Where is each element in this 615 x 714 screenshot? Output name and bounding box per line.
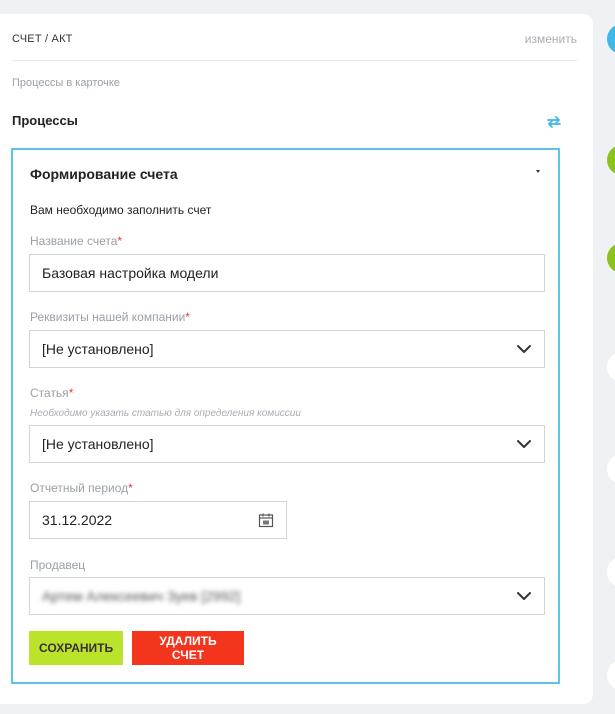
required-mark: * [185,310,190,324]
header-divider [12,60,577,61]
chevron-down-icon [517,592,531,600]
article-select[interactable]: [Не установлено] [29,425,545,463]
required-mark: * [117,234,123,248]
edit-link[interactable]: изменить [525,32,577,46]
period-label: Отчетный период* [30,481,133,495]
chevron-down-icon [517,440,531,448]
status-dot-green [607,145,615,175]
card-header: СЧЕТ / АКТ изменить [12,32,577,46]
card-title: СЧЕТ / АКТ [12,33,73,45]
processes-title: Процессы [12,113,78,128]
company-details-label-text: Реквизиты нашей компании [30,310,186,324]
invoice-name-input[interactable]: Базовая настройка модели [29,254,545,292]
article-hint: Необходимо указать статью для определени… [30,408,301,419]
invoice-name-value: Базовая настройка модели [42,265,219,281]
company-details-label: Реквизиты нашей компании* [30,310,190,324]
article-value: [Не установлено] [42,436,154,452]
seller-label: Продавец [30,558,85,572]
caret-down-icon[interactable] [533,169,543,175]
status-dot-empty [607,352,615,382]
process-title: Формирование счета [30,166,178,182]
period-value: 31.12.2022 [42,512,113,528]
period-label-text: Отчетный период [30,481,129,495]
delete-invoice-button[interactable]: УДАЛИТЬ СЧЕТ [132,631,244,665]
seller-label-text: Продавец [30,558,86,572]
status-dot-empty [607,660,615,690]
chevron-down-icon [517,345,531,353]
required-mark: * [68,386,74,400]
process-instruction: Вам необходимо заполнить счет [30,203,212,217]
status-dot-empty [607,557,615,587]
company-details-value: [Не установлено] [42,341,154,357]
refresh-icon[interactable] [544,112,564,132]
status-dot-green [607,243,615,273]
article-label: Статья* [30,386,73,400]
status-dot-blue [607,24,615,54]
period-date-input[interactable]: 31.12.2022 [29,501,287,539]
processes-subtitle: Процессы в карточке [12,77,120,89]
status-dot-empty [607,454,615,484]
required-mark: * [128,481,133,495]
invoice-card: СЧЕТ / АКТ изменить Процессы в карточке … [0,14,593,704]
seller-value: Артем Алексеевич Зуев [2992] [42,588,241,604]
company-details-select[interactable]: [Не установлено] [29,330,545,368]
invoice-name-label: Название счета* [30,234,122,248]
article-label-text: Статья [30,386,69,400]
process-panel: Формирование счета Вам необходимо заполн… [11,148,560,684]
invoice-name-label-text: Название счета [30,234,118,248]
calendar-icon[interactable] [258,512,274,528]
save-button[interactable]: СОХРАНИТЬ [29,631,123,665]
seller-select[interactable]: Артем Алексеевич Зуев [2992] [29,577,545,615]
